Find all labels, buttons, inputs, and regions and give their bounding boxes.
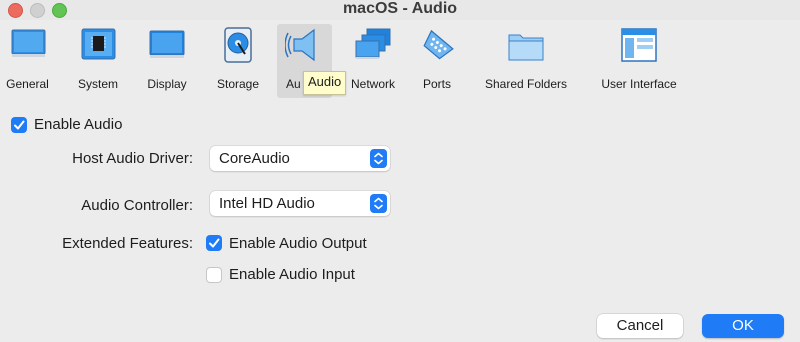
serial-port-icon: [423, 29, 454, 60]
network-icon: [355, 28, 391, 59]
tab-ports[interactable]: Ports: [412, 24, 462, 98]
enable-audio-input-checkbox[interactable]: [206, 267, 222, 283]
tab-network[interactable]: Network: [345, 24, 401, 98]
tab-ports-label: Ports: [422, 77, 451, 91]
chip-icon: [81, 28, 116, 60]
tab-shared-folders[interactable]: Shared Folders: [474, 24, 578, 98]
checkmark-icon: [14, 120, 25, 130]
title-bar: macOS - Audio: [0, 0, 800, 20]
ok-button[interactable]: OK: [702, 314, 784, 338]
checkmark-icon: [209, 238, 220, 248]
folder-icon: [508, 34, 544, 61]
tab-storage-label: Storage: [216, 77, 260, 91]
enable-audio-output-label: Enable Audio Output: [229, 235, 367, 252]
tab-shared-folders-label: Shared Folders: [484, 77, 568, 91]
tab-general[interactable]: General: [0, 24, 55, 98]
select-stepper-icon: [370, 194, 387, 213]
tab-general-label: General: [6, 77, 49, 91]
window-icon: [621, 28, 657, 62]
host-audio-driver-select[interactable]: CoreAudio: [210, 146, 390, 171]
enable-audio-output-checkbox[interactable]: [206, 235, 222, 251]
settings-toolbar: General System Display Storage Au Networ…: [0, 20, 800, 98]
tab-display-label: Display: [147, 77, 187, 91]
enable-audio-checkbox[interactable]: [11, 117, 27, 133]
tab-system[interactable]: System: [69, 24, 127, 98]
extended-features-label: Extended Features:: [62, 235, 193, 252]
audio-controller-select[interactable]: Intel HD Audio: [210, 191, 390, 216]
monitor-icon: [11, 29, 45, 57]
cancel-button[interactable]: Cancel: [597, 314, 683, 338]
enable-audio-label: Enable Audio: [34, 116, 123, 133]
audio-controller-value: Intel HD Audio: [219, 195, 315, 212]
tab-network-label: Network: [350, 77, 395, 91]
tab-storage[interactable]: Storage: [208, 24, 268, 98]
audio-controller-label: Audio Controller:: [81, 197, 193, 214]
window-title: macOS - Audio: [342, 0, 458, 17]
disk-icon: [224, 27, 252, 63]
tab-user-interface[interactable]: User Interface: [590, 24, 688, 98]
host-audio-driver-value: CoreAudio: [219, 150, 290, 167]
speaker-icon: [284, 28, 315, 62]
tab-display[interactable]: Display: [138, 24, 196, 98]
select-stepper-icon: [370, 149, 387, 168]
host-audio-driver-label: Host Audio Driver:: [72, 150, 193, 167]
tab-system-label: System: [77, 77, 118, 91]
enable-audio-input-label: Enable Audio Input: [229, 266, 355, 283]
tab-user-interface-label: User Interface: [601, 77, 677, 91]
audio-tooltip: Audio: [303, 71, 347, 95]
display-icon: [149, 30, 185, 58]
